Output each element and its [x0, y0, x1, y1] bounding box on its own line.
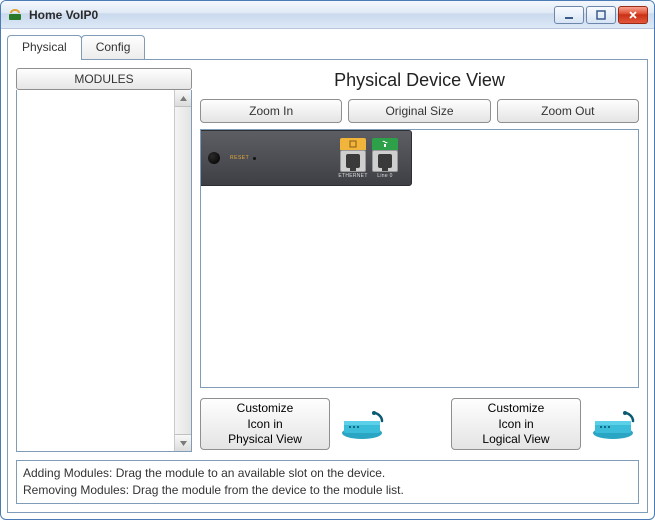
- device-chassis[interactable]: RESET ETHERNET: [200, 130, 412, 186]
- modules-panel: MODULES: [16, 68, 192, 452]
- zoom-controls: Zoom In Original Size Zoom Out: [200, 99, 639, 123]
- button-label: Original Size: [385, 104, 453, 118]
- power-knob-icon: [208, 152, 220, 164]
- maximize-button[interactable]: [586, 6, 616, 24]
- zoom-in-button[interactable]: Zoom In: [200, 99, 342, 123]
- port-label: ETHERNET: [338, 173, 367, 179]
- tab-label: Config: [96, 40, 131, 54]
- customize-logical-icon-button[interactable]: Customize Icon in Logical View: [451, 398, 581, 450]
- tab-physical[interactable]: Physical: [7, 35, 82, 60]
- modules-header-label: MODULES: [74, 72, 133, 86]
- port-group: ETHERNET Line 0: [339, 138, 399, 179]
- tab-content: MODULES: [7, 59, 648, 513]
- modules-list[interactable]: [17, 90, 174, 451]
- physical-device-thumbnail-icon: [340, 407, 388, 441]
- tab-config[interactable]: Config: [81, 35, 146, 59]
- port-indicator-icon: [372, 138, 398, 150]
- ethernet-port[interactable]: ETHERNET: [339, 138, 367, 179]
- customize-row: Customize Icon in Physical View: [200, 396, 639, 452]
- app-icon: [7, 7, 23, 23]
- button-label: Zoom In: [249, 104, 293, 118]
- port-label: Line 0: [377, 173, 392, 179]
- scroll-up-button[interactable]: [175, 90, 191, 107]
- help-line: Removing Modules: Drag the module from t…: [23, 482, 632, 499]
- page-title: Physical Device View: [200, 70, 639, 91]
- device-canvas[interactable]: RESET ETHERNET: [200, 129, 639, 388]
- customize-physical-icon-button[interactable]: Customize Icon in Physical View: [200, 398, 330, 450]
- modules-list-container: [16, 90, 192, 452]
- rj45-jack-icon: [340, 150, 366, 172]
- scrollbar[interactable]: [174, 90, 191, 451]
- upper-area: MODULES: [16, 68, 639, 452]
- close-button[interactable]: [618, 6, 648, 24]
- button-label: Customize Icon in Physical View: [228, 401, 302, 448]
- window-body: Physical Config MODULES: [1, 29, 654, 519]
- device-view-panel: Physical Device View Zoom In Original Si…: [200, 68, 639, 452]
- scroll-track[interactable]: [175, 107, 191, 434]
- button-label: Zoom Out: [541, 104, 594, 118]
- modules-header-button[interactable]: MODULES: [16, 68, 192, 90]
- help-text: Adding Modules: Drag the module to an av…: [16, 460, 639, 504]
- button-label: Customize Icon in Logical View: [482, 401, 549, 448]
- scroll-down-button[interactable]: [175, 434, 191, 451]
- tabs: Physical Config: [7, 35, 648, 59]
- minimize-button[interactable]: [554, 6, 584, 24]
- help-line: Adding Modules: Drag the module to an av…: [23, 465, 632, 482]
- original-size-button[interactable]: Original Size: [348, 99, 490, 123]
- tab-label: Physical: [22, 40, 67, 54]
- titlebar[interactable]: Home VoIP0: [1, 1, 654, 29]
- window-frame: Home VoIP0 Physical Config: [0, 0, 655, 520]
- reset-label: RESET: [230, 155, 249, 161]
- line0-port[interactable]: Line 0: [371, 138, 399, 179]
- window-title: Home VoIP0: [29, 8, 554, 22]
- window-controls: [554, 6, 648, 24]
- zoom-out-button[interactable]: Zoom Out: [497, 99, 639, 123]
- rj11-jack-icon: [372, 150, 398, 172]
- logical-device-thumbnail-icon: [591, 407, 639, 441]
- reset-hole-icon: [253, 157, 256, 160]
- port-indicator-icon: [340, 138, 366, 150]
